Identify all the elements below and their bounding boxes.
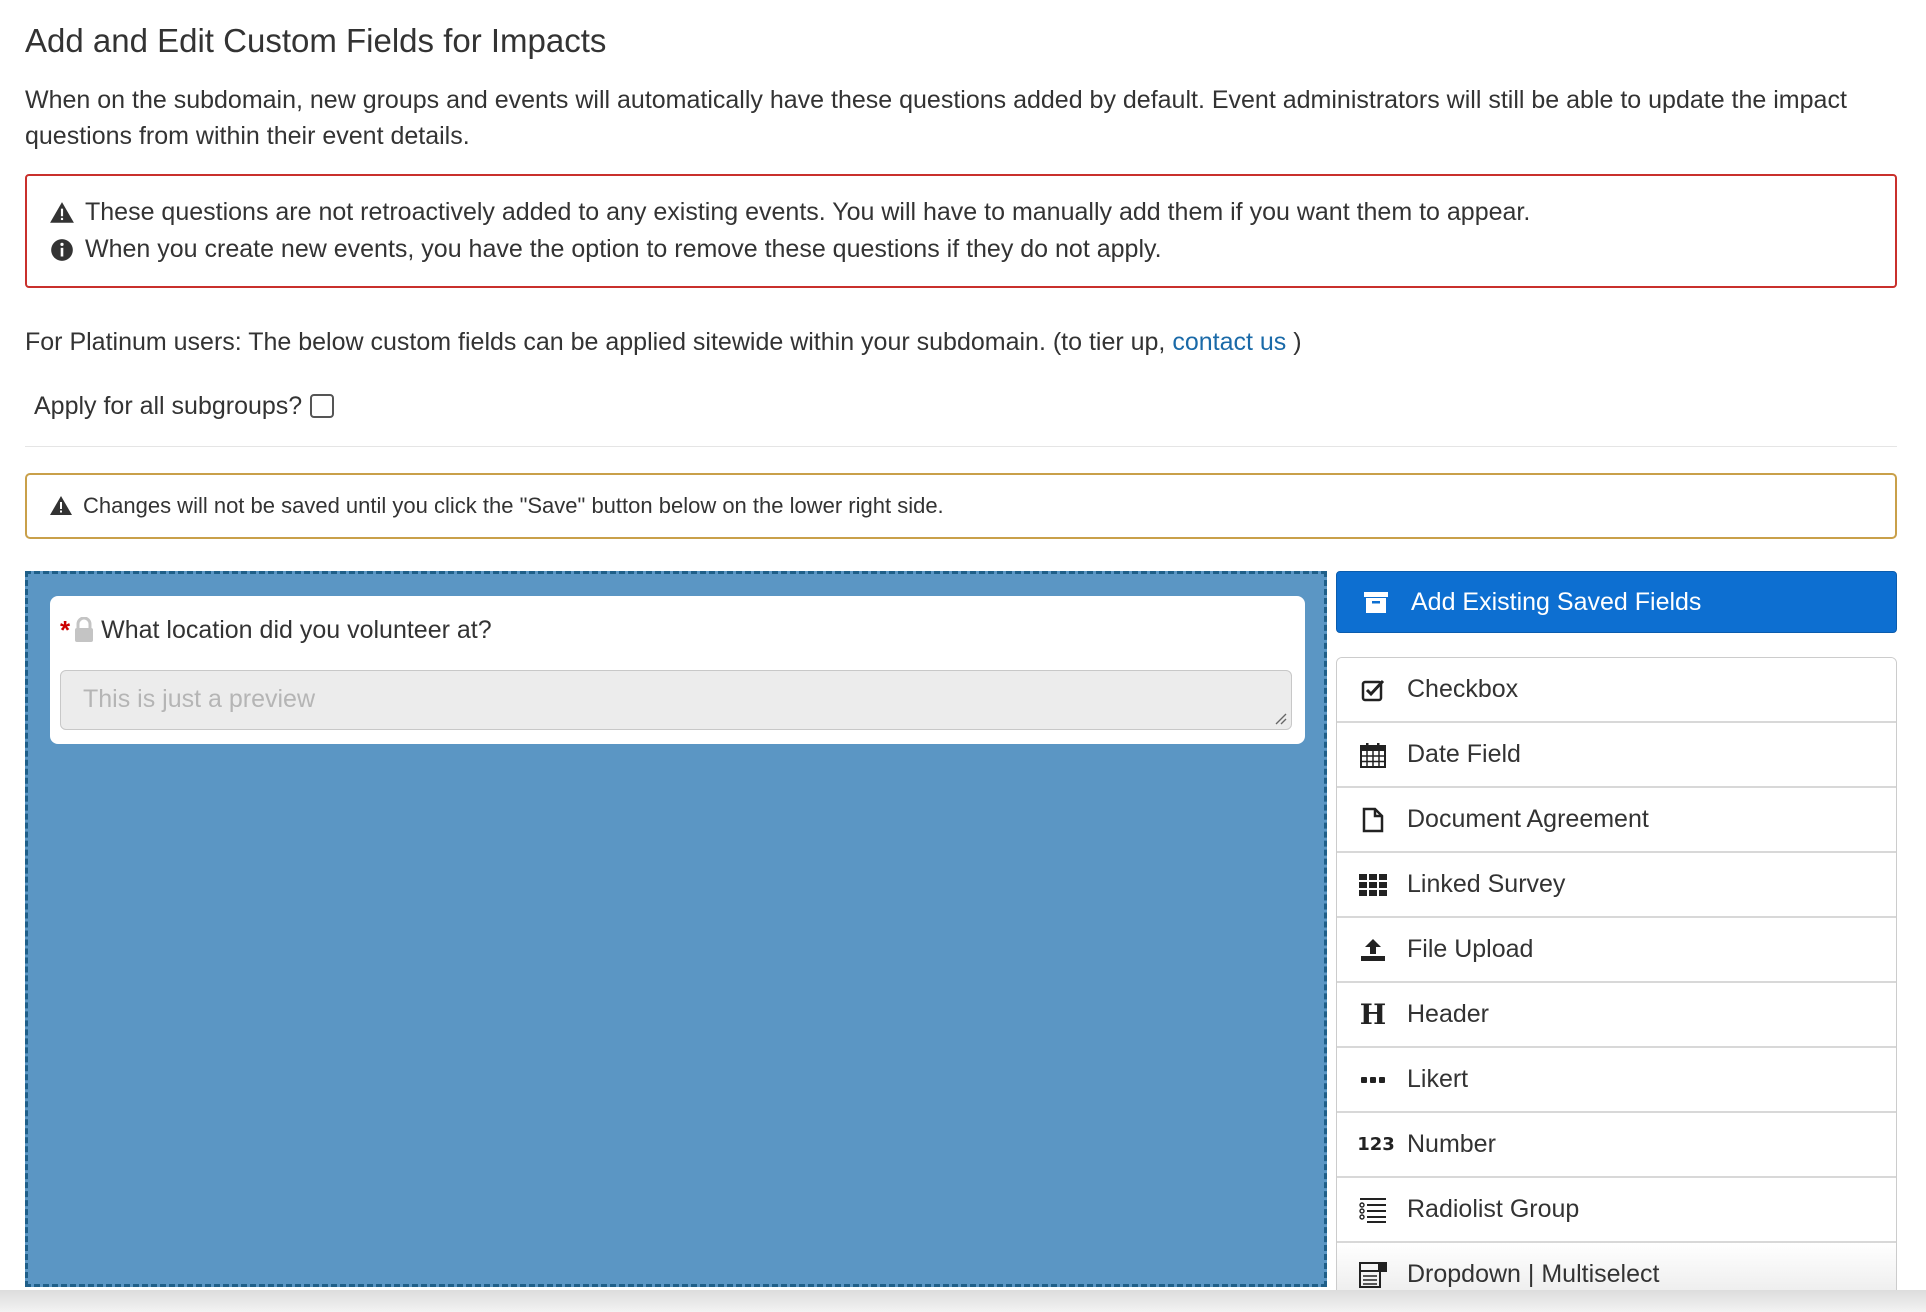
- notice-line-info: When you create new events, you have the…: [49, 231, 1873, 268]
- platinum-close: ): [1293, 328, 1302, 356]
- page-title: Add and Edit Custom Fields for Impacts: [25, 22, 607, 59]
- intro-text: When on the subdomain, new groups and ev…: [25, 86, 1847, 150]
- resize-grip-icon[interactable]: [1273, 711, 1287, 725]
- dropdown-icon: [1359, 1261, 1387, 1289]
- field-type-dropdown-multiselect[interactable]: Dropdown | Multiselect: [1337, 1243, 1896, 1296]
- notice-line2: When you create new events, you have the…: [85, 235, 1162, 263]
- field-dropzone[interactable]: * What location did you volunteer at? Th…: [25, 571, 1327, 1287]
- field-type-header[interactable]: H Header: [1337, 983, 1896, 1048]
- field-question-label: What location did you volunteer at?: [101, 616, 492, 644]
- field-type-checkbox[interactable]: Checkbox: [1337, 658, 1896, 723]
- field-type-number[interactable]: 123 Number: [1337, 1113, 1896, 1178]
- field-type-label: Header: [1407, 1000, 1489, 1028]
- field-type-list: Checkbox Date Field Document Agreement L…: [1336, 657, 1897, 1297]
- field-type-linked-survey[interactable]: Linked Survey: [1337, 853, 1896, 918]
- page-content: Add and Edit Custom Fields for Impacts W…: [25, 0, 1897, 1297]
- field-type-label: Date Field: [1407, 740, 1521, 768]
- checkbox-icon: [1359, 676, 1387, 704]
- notice-line-warning: These questions are not retroactively ad…: [49, 194, 1873, 231]
- apply-subgroups-row: Apply for all subgroups?: [25, 388, 1897, 447]
- field-preview-textarea[interactable]: This is just a preview: [60, 670, 1292, 730]
- field-type-radiolist-group[interactable]: Radiolist Group: [1337, 1178, 1896, 1243]
- retroactive-notice: These questions are not retroactively ad…: [25, 174, 1897, 288]
- contact-us-link[interactable]: contact us: [1172, 328, 1286, 356]
- grid-icon: [1359, 871, 1387, 899]
- notice-line1: These questions are not retroactively ad…: [85, 198, 1531, 226]
- lock-icon: [75, 617, 94, 642]
- field-type-date[interactable]: Date Field: [1337, 723, 1896, 788]
- platinum-note: For Platinum users: The below custom fie…: [25, 324, 1897, 360]
- platinum-text: For Platinum users: The below custom fie…: [25, 328, 1166, 356]
- add-existing-saved-fields-button[interactable]: Add Existing Saved Fields: [1336, 571, 1897, 633]
- field-type-document-agreement[interactable]: Document Agreement: [1337, 788, 1896, 853]
- scroll-fade: [0, 1290, 1926, 1312]
- preview-placeholder: This is just a preview: [83, 685, 316, 713]
- upload-icon: [1359, 936, 1387, 964]
- field-label-row: * What location did you volunteer at?: [60, 612, 1295, 648]
- save-warning-text: Changes will not be saved until you clic…: [83, 493, 944, 518]
- info-icon: [51, 238, 73, 261]
- number-icon: 123: [1357, 1134, 1395, 1155]
- field-type-label: File Upload: [1407, 935, 1534, 963]
- add-existing-label: Add Existing Saved Fields: [1411, 587, 1702, 616]
- field-type-label: Likert: [1407, 1065, 1469, 1093]
- field-type-label: Document Agreement: [1407, 805, 1649, 833]
- required-marker: *: [60, 615, 71, 645]
- form-builder: * What location did you volunteer at? Th…: [25, 571, 1897, 1297]
- archive-icon: [1364, 592, 1388, 613]
- ellipsis-icon: [1359, 1066, 1387, 1094]
- field-type-label: Checkbox: [1407, 675, 1519, 703]
- field-type-file-upload[interactable]: File Upload: [1337, 918, 1896, 983]
- save-warning: Changes will not be saved until you clic…: [25, 473, 1897, 539]
- calendar-icon: [1359, 741, 1387, 769]
- apply-subgroups-label: Apply for all subgroups?: [34, 392, 303, 420]
- field-type-likert[interactable]: Likert: [1337, 1048, 1896, 1113]
- apply-subgroups-checkbox[interactable]: [310, 394, 335, 418]
- document-icon: [1359, 806, 1387, 834]
- field-card[interactable]: * What location did you volunteer at? Th…: [50, 596, 1305, 744]
- list-icon: [1359, 1196, 1387, 1224]
- field-type-label: Dropdown | Multiselect: [1407, 1260, 1660, 1288]
- warning-icon: [50, 201, 74, 223]
- warning-icon: [50, 496, 72, 515]
- field-type-label: Linked Survey: [1407, 870, 1566, 898]
- field-type-label: Radiolist Group: [1407, 1195, 1580, 1223]
- header-icon: H: [1359, 998, 1387, 1031]
- field-type-label: Number: [1407, 1130, 1496, 1158]
